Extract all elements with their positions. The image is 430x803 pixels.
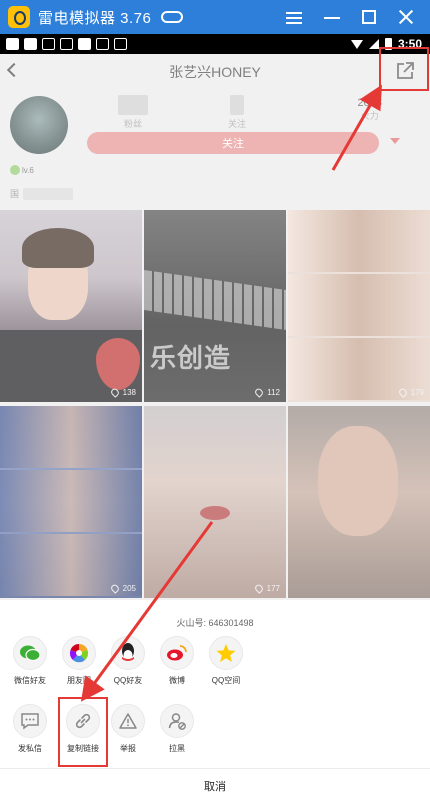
stat-following[interactable]: 关注 [228, 95, 246, 130]
notification-icon [114, 38, 127, 50]
heart-icon [109, 387, 120, 398]
share-moments[interactable]: 朋友圈 [55, 636, 103, 686]
avatar[interactable] [10, 96, 68, 154]
like-count: 205 [109, 583, 136, 594]
wechat-icon [13, 636, 47, 670]
divider [0, 768, 430, 769]
tiktok-icon [42, 38, 55, 50]
message-icon [13, 704, 47, 738]
wifi-icon [350, 39, 363, 49]
like-count: 138 [109, 387, 136, 398]
emulator-title: 雷电模拟器 3.76 [38, 9, 152, 27]
notification-icon [6, 38, 19, 50]
video-grid: 138 乐创造 112 179 205 177 [0, 210, 430, 600]
notification-icon [78, 38, 91, 50]
report-button[interactable]: 举报 [104, 704, 152, 754]
page-title: 张艺兴HONEY [169, 64, 261, 80]
status-bar: 3:50 [0, 34, 430, 54]
annotation-highlight-share [379, 47, 429, 91]
close-icon[interactable] [398, 9, 414, 25]
video-thumbnail[interactable]: 乐创造 112 [144, 210, 286, 402]
app-header: 张艺兴HONEY [0, 54, 430, 90]
moments-icon [62, 636, 96, 670]
profile-section: 粉丝 关注 2018 火力 关注 lv.6 国 [0, 90, 430, 210]
share-qzone[interactable]: QQ空间 [202, 636, 250, 686]
stat-fire[interactable]: 2018 火力 [358, 97, 382, 122]
notification-icon [96, 38, 109, 50]
send-private-message[interactable]: 发私信 [6, 704, 54, 754]
video-thumbnail[interactable]: 205 [0, 406, 142, 598]
cancel-button[interactable]: 取消 [0, 772, 430, 802]
like-count: 112 [253, 387, 280, 398]
annotation-highlight-copy-link [58, 697, 108, 767]
video-thumbnail[interactable] [288, 406, 430, 598]
video-thumbnail[interactable]: 138 [0, 210, 142, 402]
menu-icon[interactable] [286, 9, 302, 25]
share-qq-friend[interactable]: QQ好友 [104, 636, 152, 686]
minimize-icon[interactable] [324, 9, 340, 25]
maximize-icon[interactable] [362, 10, 376, 24]
like-count: 179 [397, 387, 424, 398]
verified-icon [10, 165, 20, 175]
tiktok-icon [60, 38, 73, 50]
thumbnail-overlay-text: 乐创造 [150, 343, 232, 373]
heart-icon [397, 387, 408, 398]
signal-icon [368, 39, 379, 49]
stat-followers[interactable]: 粉丝 [118, 95, 148, 130]
share-wechat-friend[interactable]: 微信好友 [6, 636, 54, 686]
heart-icon [109, 583, 120, 594]
follow-button[interactable]: 关注 [87, 132, 379, 154]
report-icon [111, 704, 145, 738]
account-id: 火山号: 646301498 [176, 618, 254, 628]
chevron-down-icon[interactable] [390, 138, 400, 144]
blurred-text [23, 187, 74, 200]
video-thumbnail[interactable]: 177 [144, 406, 286, 598]
block-user-icon [160, 704, 194, 738]
share-weibo[interactable]: 微博 [153, 636, 201, 686]
emulator-logo-icon [8, 6, 30, 28]
heart-icon [253, 583, 264, 594]
block-user-button[interactable]: 拉黑 [153, 704, 201, 754]
back-icon[interactable] [6, 62, 22, 78]
heart-icon [253, 387, 265, 398]
video-thumbnail[interactable]: 179 [288, 210, 430, 402]
level-badge: lv.6 [10, 165, 34, 175]
notification-icon [24, 38, 37, 50]
like-count: 177 [253, 583, 280, 594]
qq-icon [111, 636, 145, 670]
weibo-icon [160, 636, 194, 670]
gamepad-icon[interactable] [161, 11, 184, 23]
blurred-count [230, 95, 244, 115]
bio: 国 [10, 187, 74, 200]
emulator-title-bar: 雷电模拟器 3.76 [0, 0, 430, 34]
blurred-count [118, 95, 148, 115]
qzone-icon [209, 636, 243, 670]
